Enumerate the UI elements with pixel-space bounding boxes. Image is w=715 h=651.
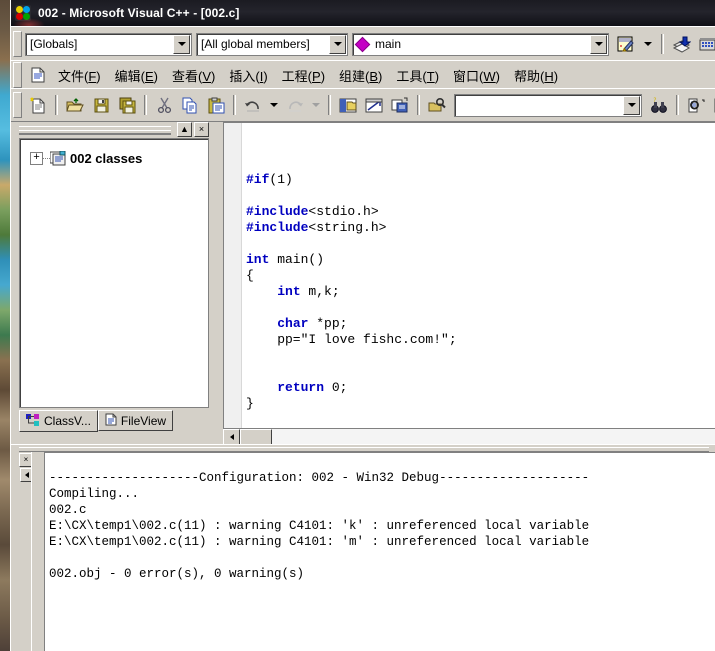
find-input[interactable] [454,93,642,117]
window-titlebar[interactable]: 002 - Microsoft Visual C++ - [002.c] [11,0,715,26]
chevron-down-icon[interactable] [623,95,640,115]
redo-icon[interactable] [283,94,307,117]
paste-icon[interactable] [204,94,228,117]
undo-dropdown-icon[interactable] [267,94,281,117]
watch-toggle-icon[interactable] [388,94,412,117]
menu-view[interactable]: 查看(V) [165,63,222,88]
menu-insert[interactable]: 插入(I) [222,63,274,88]
close-icon[interactable]: × [194,122,209,137]
document-icon [26,64,50,87]
members-combo[interactable]: [All global members] [196,32,348,56]
classwizard-dropdown-icon[interactable] [640,33,656,56]
menu-project[interactable]: 工程(P) [275,63,332,88]
build-icon[interactable] [695,33,715,56]
classwizard-icon[interactable] [614,33,638,56]
menu-build[interactable]: 组建(B) [332,63,389,88]
screenshot-root: 002 - Microsoft Visual C++ - [002.c] [Gl… [0,0,715,651]
open-file-icon[interactable] [63,94,87,117]
chevron-down-icon[interactable] [590,34,607,54]
standard-toolbar: ? [11,88,715,122]
menu-tools[interactable]: 工具(T) [389,63,446,88]
toolbar-gripper[interactable] [13,31,22,57]
workspace-toggle-icon[interactable] [336,94,360,117]
window-title: 002 - Microsoft Visual C++ - [002.c] [38,6,240,20]
output-text-area[interactable]: --------------------Configuration: 002 -… [44,452,715,651]
close-glyph: × [198,124,205,134]
new-file-icon[interactable] [26,94,50,117]
members-combo-value: [All global members] [201,37,310,51]
pane-splitter[interactable] [11,444,715,452]
expander-icon[interactable]: + [30,152,43,165]
tab-fileview[interactable]: FileView [97,410,174,431]
breakpoint-remove-icon[interactable] [710,94,715,117]
redo-dropdown-icon[interactable] [309,94,323,117]
workspace-tree[interactable]: + 002 classes [19,138,209,408]
editor-code[interactable]: #if(1) #include<stdio.h> #include<string… [246,140,457,412]
chevron-down-icon[interactable] [173,34,190,54]
find-binoculars-icon[interactable]: ? [647,94,671,117]
vcpp-app-icon [15,5,31,21]
undo-icon[interactable] [241,94,265,117]
tree-item-classes[interactable]: + 002 classes [30,150,208,166]
cut-icon[interactable] [152,94,176,117]
copy-icon[interactable] [178,94,202,117]
compile-icon[interactable] [669,33,693,56]
code-editor[interactable]: #if(1) #include<stdio.h> #include<string… [223,122,715,441]
breakpoint-insert-icon[interactable] [684,94,708,117]
build-output-text: --------------------Configuration: 002 -… [49,470,590,581]
output-vertical-track[interactable] [31,452,45,651]
output-toggle-icon[interactable] [362,94,386,117]
tab-classview[interactable]: ClassV... [19,410,98,432]
standard-toolbar-gripper[interactable] [13,92,22,118]
save-icon[interactable] [89,94,113,117]
wizardbar-toolbar: [Globals] [All global members] main [11,26,715,61]
left-dock-gutter [11,122,19,442]
classes-folder-icon [49,150,66,166]
workspace-pane: ▲ × + 002 classes ClassV... FileView [19,122,209,442]
output-pane: × --------------------Configuration: 002… [19,452,715,651]
workspace-grip-2[interactable] [19,130,171,135]
workspace-titlebar: ▲ × [19,122,209,137]
chevron-down-icon[interactable] [329,34,346,54]
menu-help[interactable]: 帮助(H) [507,63,565,88]
editor-horizontal-scrollbar[interactable] [223,428,715,445]
editor-selection-margin[interactable] [224,123,242,441]
save-all-icon[interactable] [115,94,139,117]
tab-fileview-label: FileView [120,413,167,428]
symbol-combo[interactable]: main [352,32,609,56]
scrollbar-thumb[interactable] [240,428,272,445]
fileview-icon [105,413,117,429]
visual-cpp-window: 002 - Microsoft Visual C++ - [002.c] [Gl… [10,0,715,651]
find-in-files-icon[interactable] [425,94,449,117]
workspace-tabs: ClassV... FileView [19,410,209,432]
scope-combo-value: [Globals] [30,37,78,51]
scroll-left-icon[interactable] [223,428,240,445]
menu-edit[interactable]: 编辑(E) [108,63,165,88]
symbol-combo-value: main [375,37,402,51]
menubar-gripper[interactable] [13,62,22,88]
output-close-glyph: × [23,455,29,464]
pin-glyph: ▲ [180,124,189,134]
scope-combo[interactable]: [Globals] [25,32,192,56]
menu-window[interactable]: 窗口(W) [446,63,507,88]
menu-file[interactable]: 文件(F) [51,63,108,88]
tree-item-label: 002 classes [70,151,143,166]
tree-connector [43,157,50,160]
menubar: 文件(F) 编辑(E) 查看(V) 插入(I) 工程(P) 组建(B) 工具(T… [11,60,715,89]
tab-classview-label: ClassV... [44,414,91,428]
classview-icon [26,413,40,429]
svg-text:?: ? [653,97,657,104]
pin-icon[interactable]: ▲ [177,122,192,137]
